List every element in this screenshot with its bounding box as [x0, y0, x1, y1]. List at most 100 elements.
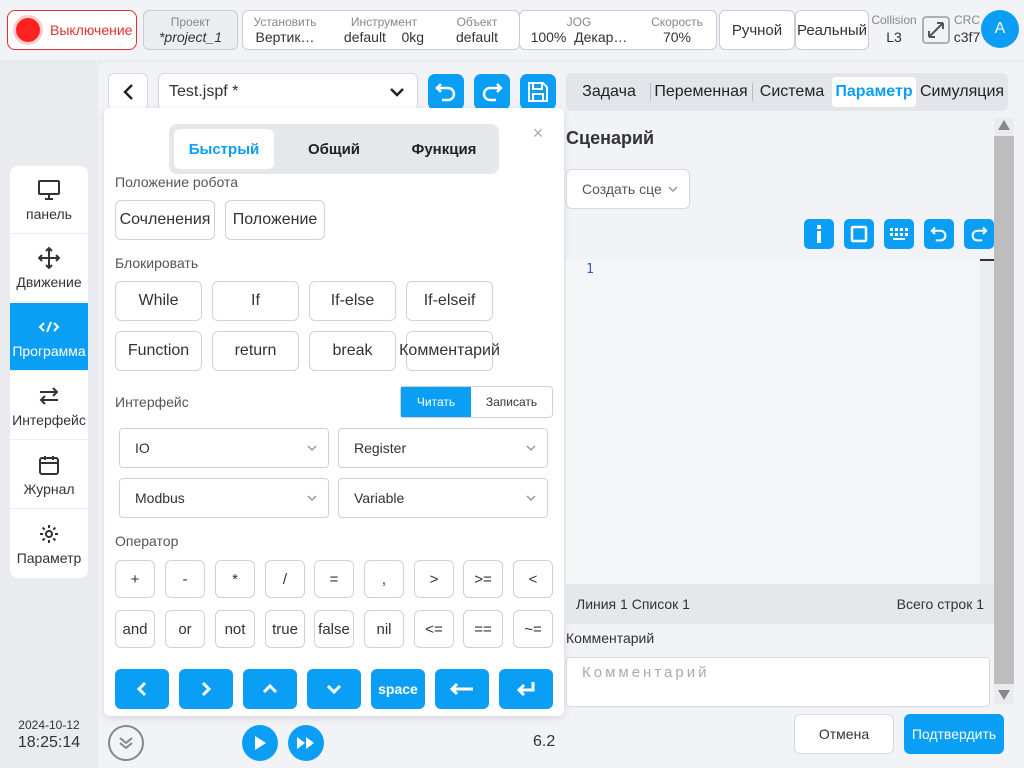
info-button[interactable] [804, 219, 834, 249]
object-selector[interactable]: Объект default [441, 11, 513, 49]
nav-item-panel[interactable]: панель [10, 166, 88, 234]
cursor-left-button[interactable] [115, 669, 169, 709]
write-toggle[interactable]: Записать [471, 387, 552, 417]
save-button[interactable] [520, 74, 556, 110]
file-selector[interactable]: Test.jspf * [158, 73, 418, 111]
nav-item-program[interactable]: Программа [10, 303, 88, 371]
scenario-create-dropdown[interactable]: Создать сценарий [566, 169, 690, 209]
block-label: Блокировать [115, 255, 199, 271]
modbus-dropdown[interactable]: Modbus [119, 478, 329, 518]
op-true-button[interactable]: true [265, 610, 305, 648]
nav-item-interface[interactable]: Интерфейс [10, 372, 88, 440]
read-toggle[interactable]: Читать [401, 387, 471, 417]
keyboard-button[interactable] [884, 219, 914, 249]
right-scrollbar-thumb[interactable] [994, 136, 1014, 684]
editor-undo-button[interactable] [924, 219, 954, 249]
op-comma-button[interactable]: , [364, 560, 404, 598]
position-button[interactable]: Положение [225, 200, 325, 240]
tab-simulation[interactable]: Симуляция [918, 77, 1006, 107]
io-dropdown[interactable]: IO [119, 428, 329, 468]
code-editor[interactable] [566, 259, 994, 584]
break-button[interactable]: break [309, 331, 396, 371]
segment-function[interactable]: Функция [394, 129, 494, 169]
joints-button[interactable]: Сочленения [115, 200, 215, 240]
jog-selector[interactable]: JOG 100% Декар… [520, 11, 638, 49]
return-button[interactable]: return [212, 331, 299, 371]
register-dropdown[interactable]: Register [338, 428, 548, 468]
tool-selector[interactable]: Инструмент default 0kg [337, 11, 431, 49]
op-not-button[interactable]: not [215, 610, 255, 648]
op-equal-button[interactable]: == [463, 610, 503, 648]
if-button[interactable]: If [212, 281, 299, 321]
editor-redo-button[interactable] [964, 219, 994, 249]
tab-task[interactable]: Задача [572, 77, 646, 107]
keyboard-icon [890, 228, 908, 240]
op-divide-button[interactable]: / [265, 560, 305, 598]
op-less-equal-button[interactable]: <= [414, 610, 454, 648]
cursor-up-button[interactable] [243, 669, 297, 709]
tool-value-row: default 0kg [344, 29, 424, 45]
op-plus-button[interactable]: + [115, 560, 155, 598]
back-button[interactable] [108, 73, 148, 111]
op-nil-button[interactable]: nil [364, 610, 404, 648]
redo-button[interactable] [474, 74, 510, 110]
date-time: 2024-10-12 18:25:14 [10, 718, 88, 752]
space-button[interactable]: space [371, 669, 425, 709]
expand-icon[interactable] [921, 15, 951, 45]
op-multiply-button[interactable]: * [215, 560, 255, 598]
nav-item-log[interactable]: Журнал [10, 441, 88, 509]
op-or-button[interactable]: or [165, 610, 205, 648]
nav-item-motion[interactable]: Движение [10, 234, 88, 302]
mode-manual-button[interactable]: Ручной [719, 10, 795, 50]
editor-scrollbar[interactable] [980, 259, 994, 584]
collapse-button[interactable] [108, 725, 144, 761]
function-button[interactable]: Function [115, 331, 202, 371]
mode-real-button[interactable]: Реальный [795, 10, 869, 50]
op-assign-button[interactable]: = [314, 560, 354, 598]
variable-dropdown[interactable]: Variable [338, 478, 548, 518]
operator-label: Оператор [115, 533, 179, 549]
tab-parameter[interactable]: Параметр [832, 77, 916, 107]
user-avatar[interactable]: A [981, 10, 1019, 48]
backspace-button[interactable] [435, 669, 489, 709]
scroll-down-icon[interactable] [998, 690, 1010, 700]
robot-position-label: Положение робота [115, 174, 238, 190]
while-button[interactable]: While [115, 281, 202, 321]
tab-system[interactable]: Система [754, 77, 830, 107]
editor-scrollbar-thumb[interactable] [980, 259, 994, 261]
op-greater-button[interactable]: > [414, 560, 454, 598]
object-key: Объект [456, 15, 498, 29]
close-icon[interactable]: × [530, 124, 546, 142]
undo-button[interactable] [428, 74, 464, 110]
enter-button[interactable] [499, 669, 553, 709]
segment-quick[interactable]: Быстрый [174, 129, 274, 169]
cursor-down-button[interactable] [307, 669, 361, 709]
if-elseif-button[interactable]: If-elseif [406, 281, 493, 321]
op-and-button[interactable]: and [115, 610, 155, 648]
project-selector[interactable]: Проект *project_1 [143, 10, 238, 50]
confirm-button[interactable]: Подтвердить [904, 714, 1004, 754]
tab-separator [752, 83, 753, 101]
nav-item-parameter[interactable]: Параметр [10, 510, 88, 578]
cancel-button[interactable]: Отмена [794, 714, 894, 754]
op-less-button[interactable]: < [513, 560, 553, 598]
op-false-button[interactable]: false [314, 610, 354, 648]
scroll-up-icon[interactable] [998, 120, 1010, 130]
op-not-equal-button[interactable]: ~= [513, 610, 553, 648]
tab-variable[interactable]: Переменная [652, 77, 750, 107]
play-button[interactable] [242, 725, 278, 761]
install-selector[interactable]: Установить Вертик… [243, 11, 327, 49]
right-scrollbar[interactable] [994, 118, 1014, 704]
cursor-right-button[interactable] [179, 669, 233, 709]
op-minus-button[interactable]: - [165, 560, 205, 598]
if-else-button[interactable]: If-else [309, 281, 396, 321]
segment-general[interactable]: Общий [284, 129, 384, 169]
fullscreen-button[interactable] [844, 219, 874, 249]
speed-selector[interactable]: Скорость 70% [638, 11, 716, 49]
step-forward-button[interactable] [288, 725, 324, 761]
power-off-button[interactable]: Выключение [7, 10, 137, 50]
comment-button[interactable]: Комментарий [399, 331, 500, 371]
op-greater-equal-button[interactable]: >= [463, 560, 503, 598]
comment-input[interactable]: Комментарий [566, 657, 990, 707]
scenario-title: Сценарий [566, 128, 655, 148]
